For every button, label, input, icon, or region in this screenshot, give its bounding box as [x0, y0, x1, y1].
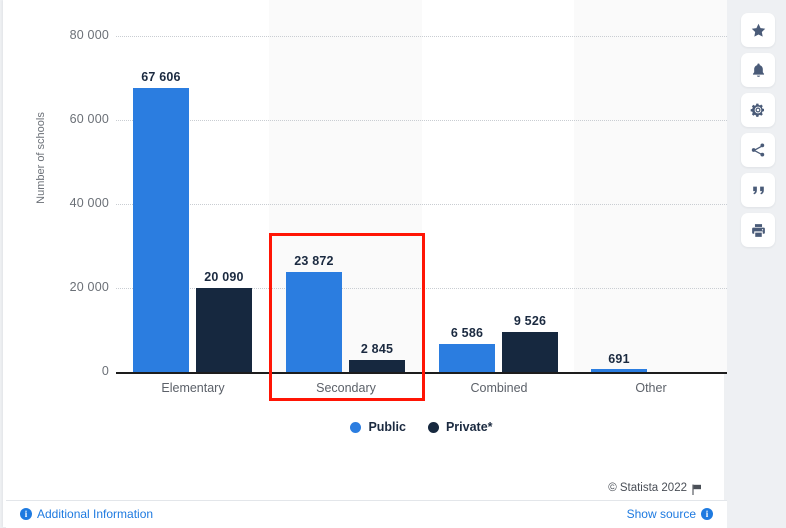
- highlight-rectangle-secondary: [269, 233, 425, 401]
- side-toolbar: [741, 13, 777, 253]
- show-source-link[interactable]: Show source i: [627, 507, 713, 521]
- chart-card: 80 000 60 000 40 000 20 000 0 Number of …: [3, 0, 727, 528]
- bell-icon: [750, 62, 767, 79]
- bar-combined-private[interactable]: [502, 332, 558, 372]
- footer-bar: i Additional Information Show source i: [6, 500, 727, 528]
- legend-item-private[interactable]: Private*: [427, 420, 493, 434]
- statista-chart-page: 80 000 60 000 40 000 20 000 0 Number of …: [0, 0, 786, 528]
- additional-information-link[interactable]: i Additional Information: [20, 507, 153, 521]
- print-button[interactable]: [741, 213, 775, 247]
- data-label-combined-public: 6 586: [450, 326, 484, 340]
- category-label-combined: Combined: [470, 381, 528, 395]
- legend-item-public[interactable]: Public: [350, 420, 406, 434]
- data-label-other-public: 691: [608, 352, 630, 366]
- legend-label-private: Private*: [445, 420, 493, 434]
- cite-button[interactable]: [741, 173, 775, 207]
- legend-dot-private-icon: [427, 421, 439, 433]
- additional-information-label: Additional Information: [37, 507, 154, 521]
- data-label-elementary-private: 20 090: [204, 270, 244, 284]
- data-label-combined-private: 9 526: [513, 314, 547, 328]
- bar-combined-public[interactable]: [439, 344, 495, 372]
- info-icon-additional: i: [20, 508, 32, 520]
- flag-icon[interactable]: [692, 484, 702, 495]
- legend-dot-public-icon: [350, 421, 362, 433]
- gear-icon: [750, 102, 766, 118]
- share-button[interactable]: [741, 133, 775, 167]
- alert-button[interactable]: [741, 53, 775, 87]
- favorite-button[interactable]: [741, 13, 775, 47]
- copyright-text: © Statista 2022: [608, 482, 687, 494]
- settings-button[interactable]: [741, 93, 775, 127]
- bar-elementary-public[interactable]: [133, 88, 189, 372]
- quote-icon: [750, 182, 767, 199]
- chart-legend: Public Private*: [116, 420, 727, 434]
- copyright-notice: © Statista 2022: [608, 482, 702, 495]
- star-icon: [750, 22, 767, 39]
- print-icon: [750, 222, 767, 239]
- share-icon: [750, 142, 766, 158]
- data-label-elementary-public: 67 606: [141, 70, 181, 84]
- info-icon-show-source: i: [701, 508, 713, 520]
- show-source-label: Show source: [626, 507, 696, 521]
- bar-elementary-private[interactable]: [196, 288, 252, 372]
- category-label-elementary: Elementary: [161, 381, 225, 395]
- category-label-other: Other: [635, 381, 667, 395]
- legend-label-public: Public: [368, 420, 406, 434]
